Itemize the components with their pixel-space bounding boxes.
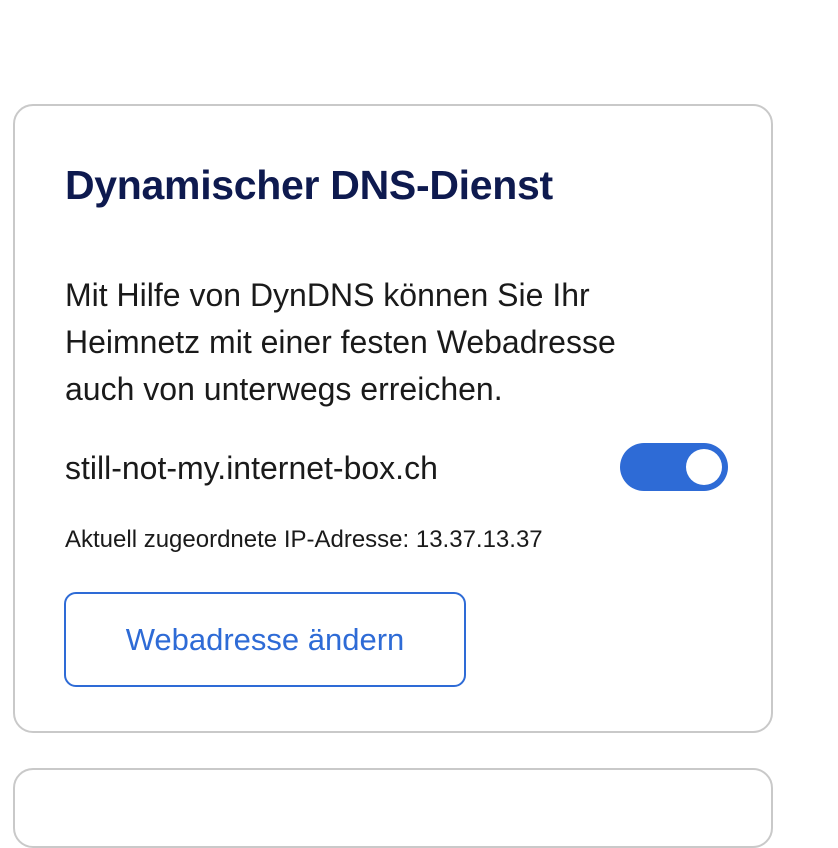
dyndns-card: Dynamischer DNS-Dienst Mit Hilfe von Dyn… (13, 104, 773, 733)
dyndns-hostname: still-not-my.internet-box.ch (65, 450, 438, 486)
change-web-address-button[interactable]: Webadresse ändern (64, 592, 466, 687)
toggle-knob (686, 449, 722, 485)
next-card (13, 768, 773, 848)
current-ip-address: Aktuell zugeordnete IP-Adresse: 13.37.13… (65, 526, 543, 553)
dyndns-toggle[interactable] (620, 443, 728, 491)
card-description: Mit Hilfe von DynDNS können Sie Ihr Heim… (65, 277, 616, 407)
card-title: Dynamischer DNS-Dienst (65, 162, 553, 208)
